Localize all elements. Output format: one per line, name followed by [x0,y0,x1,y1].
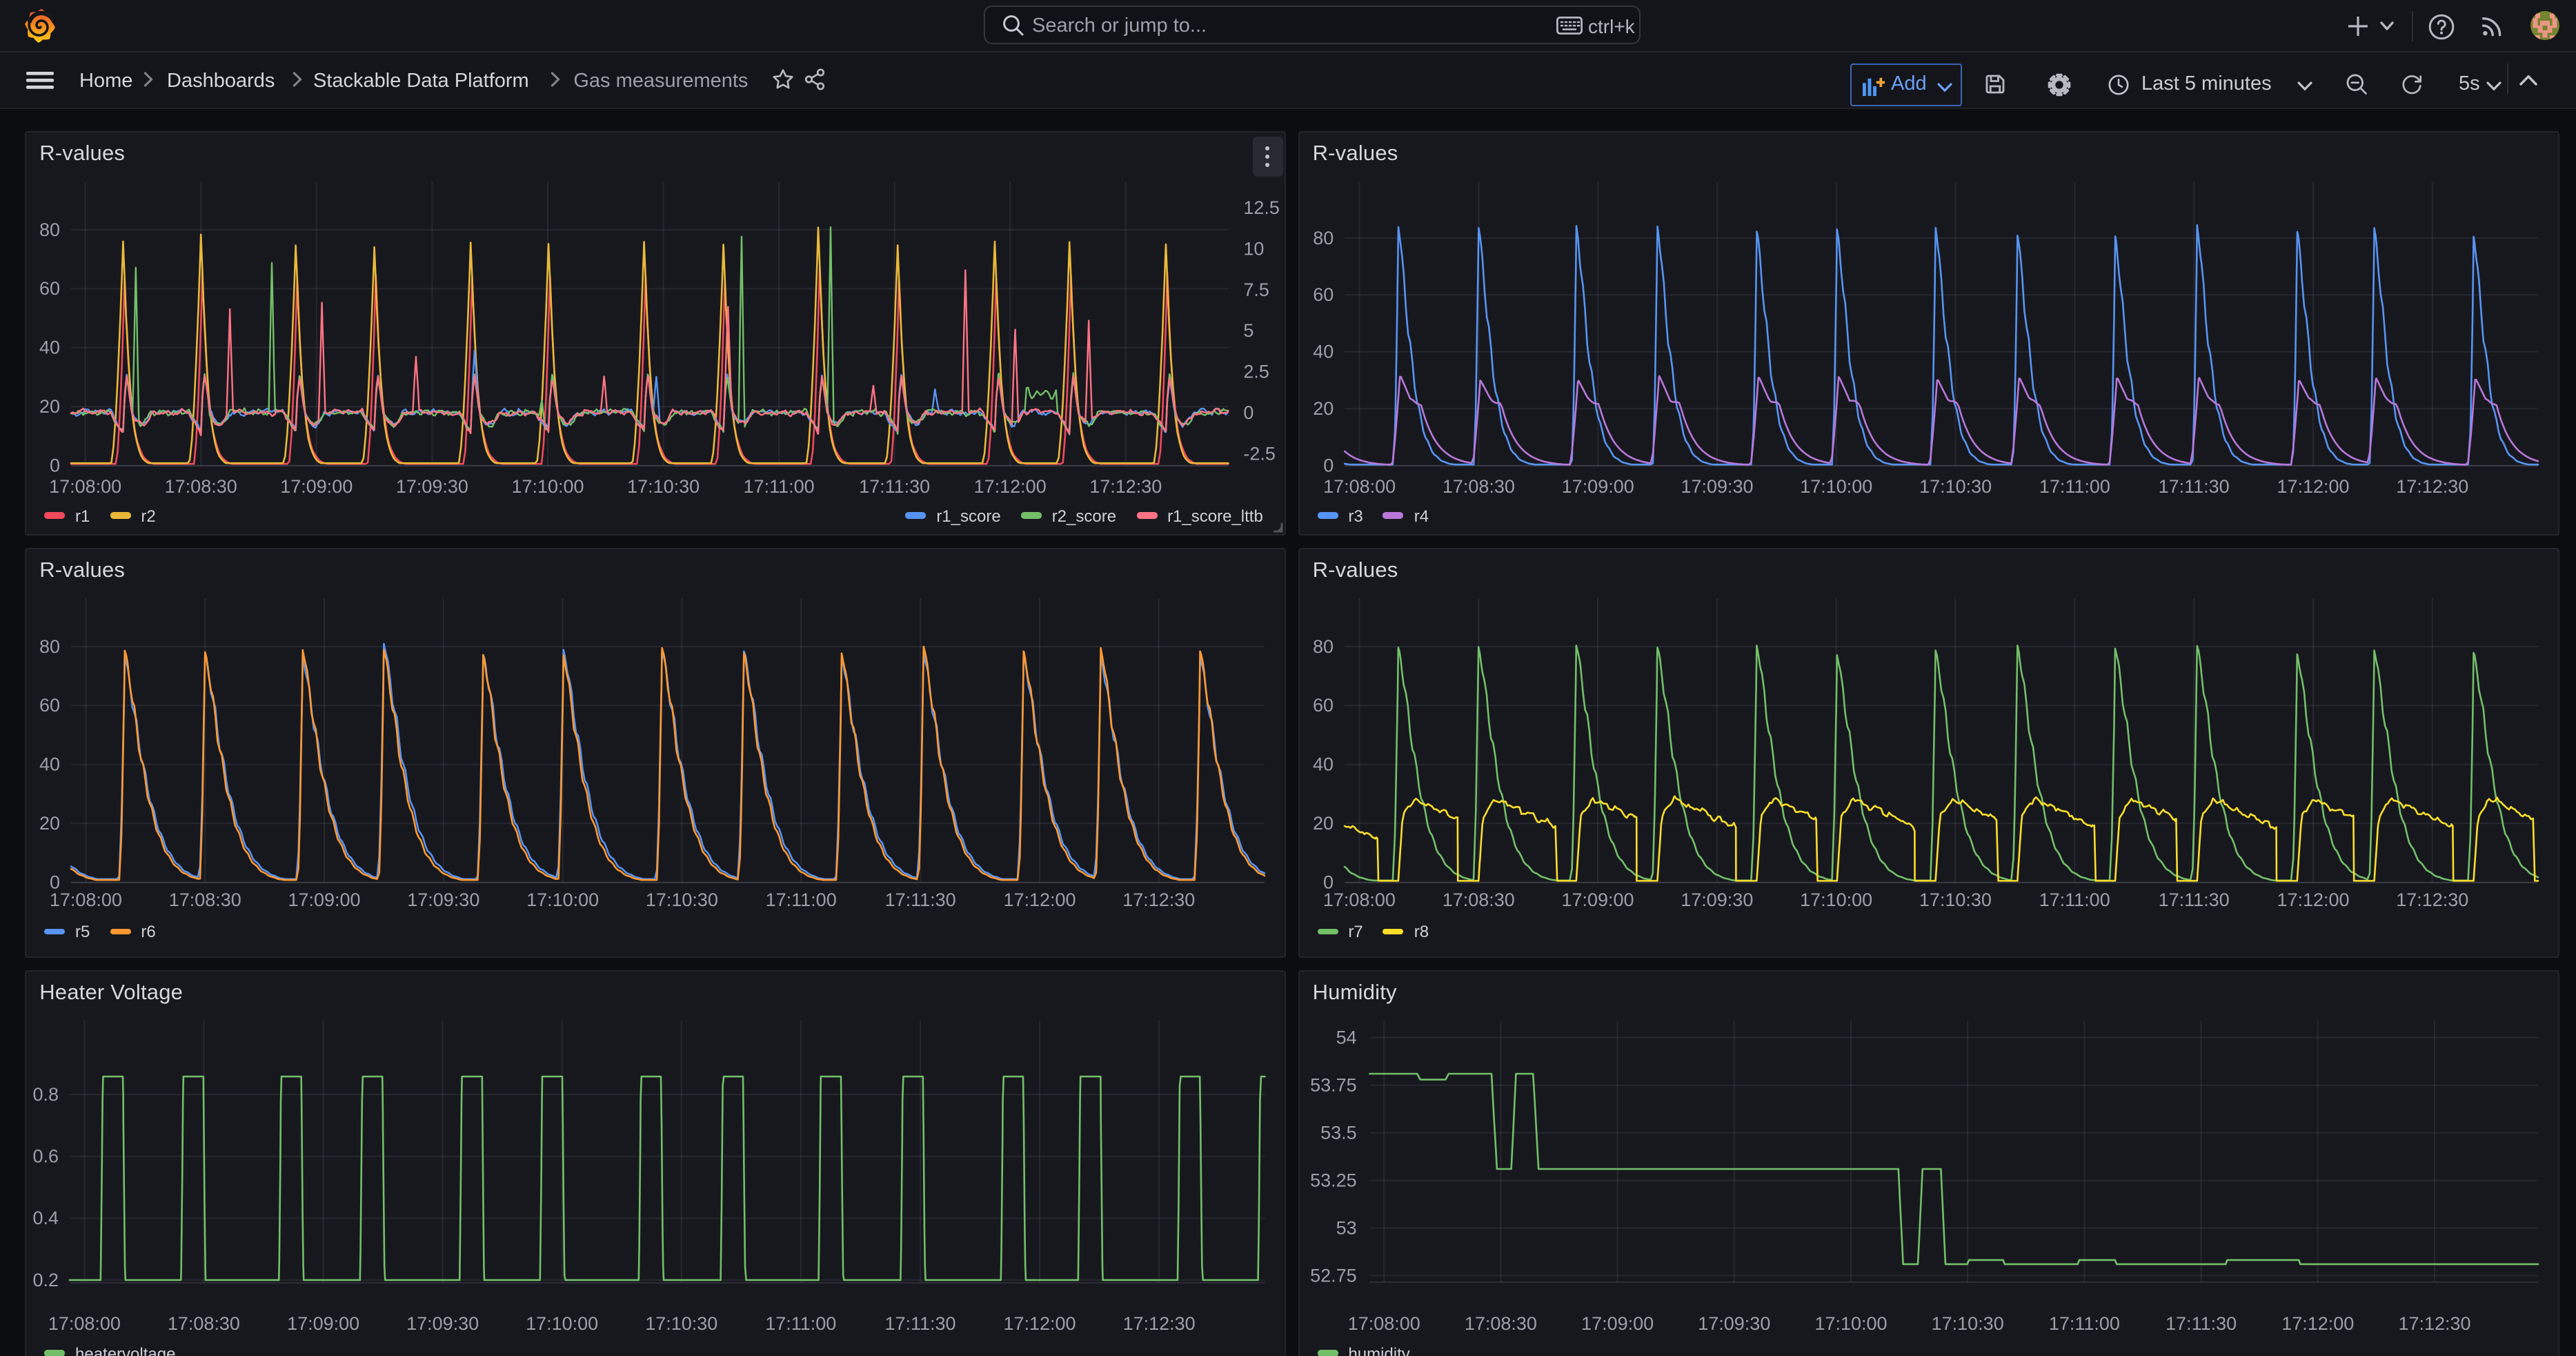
svg-text:17:12:30: 17:12:30 [2398,1313,2470,1334]
svg-text:17:11:30: 17:11:30 [859,476,930,497]
svg-text:17:11:30: 17:11:30 [2165,1313,2236,1334]
svg-text:17:09:00: 17:09:00 [1581,1313,1653,1334]
svg-text:17:11:00: 17:11:00 [2048,1313,2119,1334]
svg-text:17:12:30: 17:12:30 [1122,890,1195,910]
svg-text:40: 40 [39,337,60,357]
svg-text:40: 40 [39,754,60,775]
svg-text:17:08:30: 17:08:30 [165,476,237,497]
svg-text:17:12:00: 17:12:00 [1003,890,1076,910]
svg-text:17:10:30: 17:10:30 [646,890,718,910]
svg-text:17:09:30: 17:09:30 [1681,890,1753,910]
svg-text:0.4: 0.4 [33,1208,59,1228]
svg-text:17:10:00: 17:10:00 [526,1313,598,1334]
svg-text:17:10:30: 17:10:30 [1919,476,1991,497]
svg-text:17:09:00: 17:09:00 [280,476,353,497]
svg-text:17:11:30: 17:11:30 [884,1313,955,1334]
svg-text:60: 60 [1313,284,1334,305]
svg-text:17:09:00: 17:09:00 [1561,476,1634,497]
svg-text:0.8: 0.8 [33,1084,59,1105]
svg-text:17:08:30: 17:08:30 [168,1313,240,1334]
svg-text:40: 40 [1313,341,1334,362]
svg-text:10: 10 [1243,238,1264,259]
svg-text:17:12:30: 17:12:30 [1089,476,1162,497]
svg-text:17:10:30: 17:10:30 [627,476,700,497]
svg-text:20: 20 [39,396,60,417]
svg-text:17:11:00: 17:11:00 [766,890,837,910]
svg-text:17:11:30: 17:11:30 [885,890,956,910]
svg-text:80: 80 [39,636,60,657]
svg-text:53.75: 53.75 [1309,1074,1356,1095]
svg-text:17:11:00: 17:11:00 [765,1313,836,1334]
svg-text:17:11:00: 17:11:00 [744,476,815,497]
svg-text:17:11:30: 17:11:30 [2158,890,2229,910]
svg-text:17:09:00: 17:09:00 [287,1313,359,1334]
svg-text:17:10:00: 17:10:00 [1799,890,1872,910]
svg-text:0: 0 [1243,402,1254,423]
svg-text:0.6: 0.6 [33,1146,59,1166]
svg-text:7.5: 7.5 [1243,279,1269,300]
svg-text:17:11:00: 17:11:00 [2039,890,2110,910]
svg-text:17:08:00: 17:08:00 [1322,476,1395,497]
svg-text:54: 54 [1336,1027,1356,1048]
svg-text:17:10:30: 17:10:30 [1931,1313,2003,1334]
svg-text:0: 0 [1323,455,1334,475]
svg-text:17:09:30: 17:09:30 [406,1313,479,1334]
svg-text:53.25: 53.25 [1309,1170,1356,1190]
svg-text:80: 80 [39,219,60,240]
svg-text:17:10:00: 17:10:00 [526,890,599,910]
svg-text:17:09:30: 17:09:30 [1698,1313,1770,1334]
svg-text:20: 20 [1312,813,1333,834]
svg-text:5: 5 [1243,320,1254,341]
svg-text:17:08:00: 17:08:00 [50,890,122,910]
svg-text:17:09:30: 17:09:30 [1681,476,1753,497]
svg-text:17:09:00: 17:09:00 [288,890,360,910]
svg-text:17:08:00: 17:08:00 [48,1313,121,1334]
svg-text:17:09:30: 17:09:30 [396,476,468,497]
svg-text:17:08:00: 17:08:00 [1347,1313,1420,1334]
svg-text:17:08:00: 17:08:00 [49,476,121,497]
svg-text:20: 20 [39,813,60,834]
svg-text:80: 80 [1312,636,1333,657]
svg-text:17:10:00: 17:10:00 [1800,476,1872,497]
svg-text:17:12:00: 17:12:00 [2281,1313,2354,1334]
svg-text:80: 80 [1313,228,1334,248]
svg-text:17:09:00: 17:09:00 [1561,890,1634,910]
svg-text:20: 20 [1313,398,1334,419]
svg-text:17:12:00: 17:12:00 [1003,1313,1076,1334]
svg-text:53.5: 53.5 [1320,1122,1356,1143]
svg-text:17:11:30: 17:11:30 [2158,476,2229,497]
svg-text:17:08:00: 17:08:00 [1322,890,1395,910]
svg-text:60: 60 [1312,695,1333,716]
svg-text:17:08:30: 17:08:30 [1442,890,1514,910]
svg-text:17:08:30: 17:08:30 [1464,1313,1536,1334]
svg-text:17:12:00: 17:12:00 [974,476,1047,497]
svg-text:17:12:30: 17:12:30 [1123,1313,1196,1334]
svg-text:17:12:30: 17:12:30 [2396,476,2468,497]
svg-text:12.5: 12.5 [1243,197,1280,218]
svg-text:17:10:00: 17:10:00 [1814,1313,1887,1334]
svg-text:17:08:30: 17:08:30 [1442,476,1514,497]
svg-text:17:11:00: 17:11:00 [2039,476,2110,497]
svg-text:0: 0 [50,455,60,475]
svg-text:17:12:00: 17:12:00 [2277,476,2349,497]
svg-text:17:10:30: 17:10:30 [1919,890,1991,910]
svg-text:0.2: 0.2 [33,1270,59,1290]
svg-text:60: 60 [39,695,60,716]
svg-text:53: 53 [1336,1217,1356,1238]
svg-text:17:12:30: 17:12:30 [2396,890,2468,910]
svg-text:17:09:30: 17:09:30 [407,890,479,910]
svg-text:17:10:00: 17:10:00 [511,476,584,497]
svg-text:60: 60 [39,278,60,299]
svg-text:40: 40 [1312,754,1333,775]
svg-text:-2.5: -2.5 [1243,443,1276,464]
svg-text:2.5: 2.5 [1243,361,1269,382]
svg-text:17:12:00: 17:12:00 [2277,890,2349,910]
svg-text:17:08:30: 17:08:30 [169,890,241,910]
svg-text:17:10:30: 17:10:30 [645,1313,717,1334]
svg-text:52.75: 52.75 [1309,1265,1356,1286]
